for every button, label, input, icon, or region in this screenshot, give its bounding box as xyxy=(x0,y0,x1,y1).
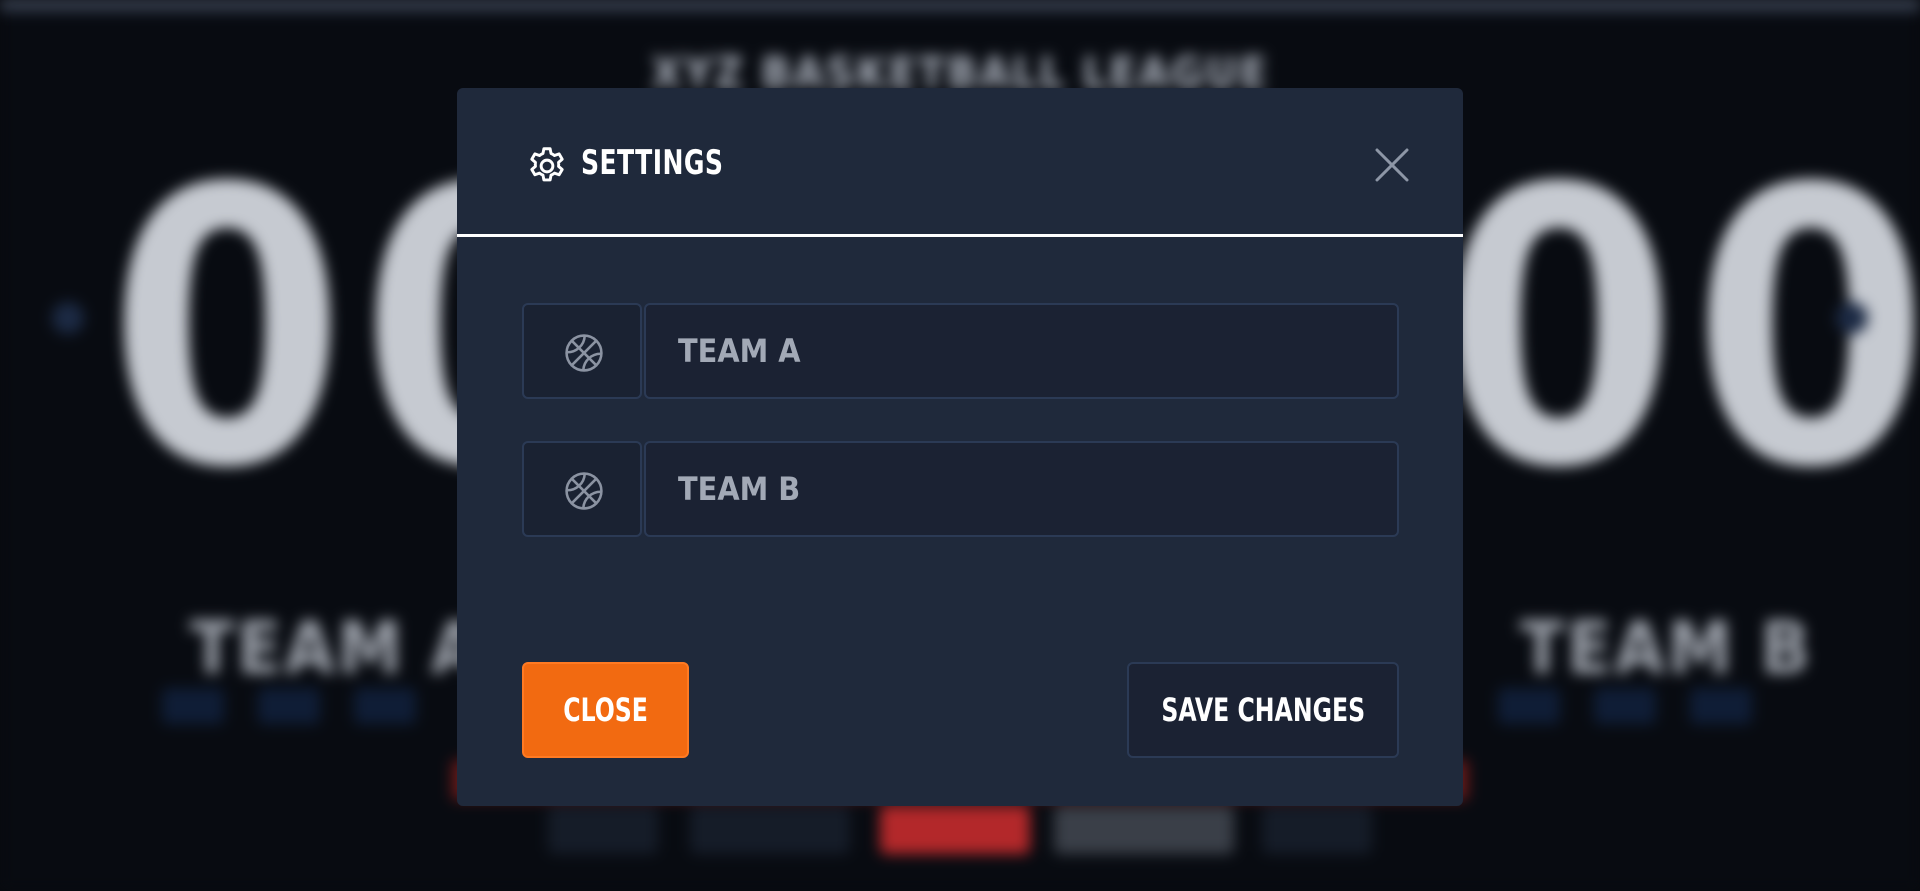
save-changes-button-label: SAVE CHANGES xyxy=(1161,691,1365,729)
gear-icon xyxy=(530,147,564,182)
control-button xyxy=(690,806,850,854)
team-b-field-row xyxy=(522,441,1399,537)
away-arrow-icon xyxy=(1836,302,1868,334)
control-button xyxy=(1262,806,1372,854)
basketball-icon xyxy=(565,334,603,372)
team-b-name-input[interactable] xyxy=(644,441,1399,537)
team-a-icon-box xyxy=(522,303,642,399)
close-button-label: CLOSE xyxy=(563,691,648,729)
basketball-icon xyxy=(565,472,603,510)
away-score-button xyxy=(1498,688,1560,724)
away-score-button xyxy=(1690,688,1752,724)
home-score-button xyxy=(354,688,416,724)
close-button[interactable]: CLOSE xyxy=(522,662,689,758)
control-button xyxy=(548,806,658,854)
away-team-name: TEAM B xyxy=(1520,606,1813,690)
save-changes-button[interactable]: SAVE CHANGES xyxy=(1127,662,1399,758)
team-a-name-input[interactable] xyxy=(644,303,1399,399)
control-button xyxy=(1054,806,1234,854)
away-score-button xyxy=(1594,688,1656,724)
home-score-button xyxy=(162,688,224,724)
team-b-icon-box xyxy=(522,441,642,537)
home-score-button xyxy=(258,688,320,724)
team-a-field-row xyxy=(522,303,1399,399)
home-arrow-icon xyxy=(52,302,84,334)
home-team-name: TEAM A xyxy=(190,606,484,690)
settings-modal: SETTINGS TEAM A TEAM B CLOSE SAVE CHANGE… xyxy=(457,88,1463,806)
modal-title: SETTINGS xyxy=(581,143,724,183)
modal-header: SETTINGS xyxy=(457,88,1463,237)
close-icon[interactable] xyxy=(1369,142,1415,188)
top-bar xyxy=(0,0,1920,12)
control-button xyxy=(880,806,1030,854)
